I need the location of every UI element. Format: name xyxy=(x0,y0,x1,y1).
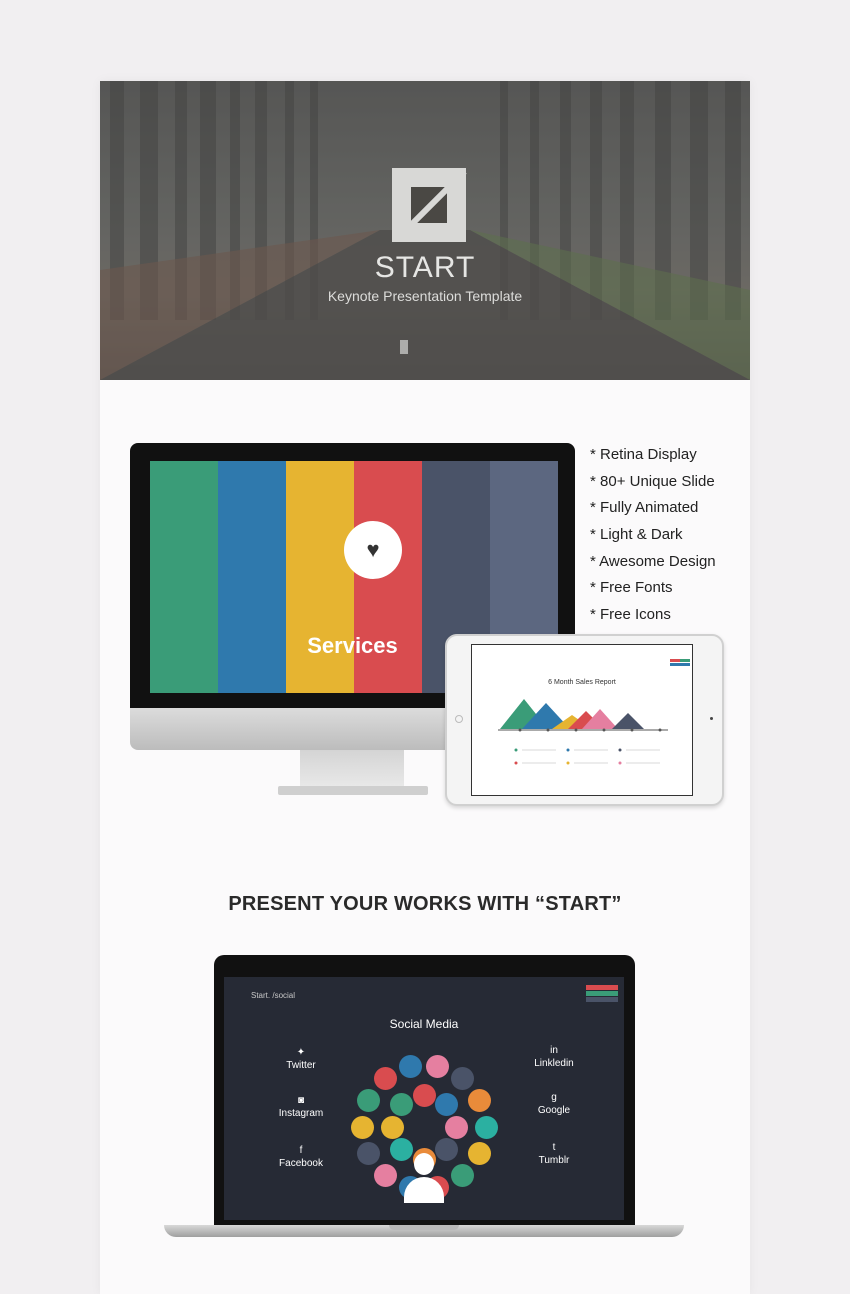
hero-banner: START Keynote Presentation Template xyxy=(100,81,750,380)
slide-tag xyxy=(586,985,618,1003)
social-media-slide: Start. /social Social Media ✦ Twitter ◙ … xyxy=(224,977,624,1220)
start-logo xyxy=(392,168,467,242)
social-icon-bubble xyxy=(444,1115,468,1139)
feature-item: * Free Icons xyxy=(590,606,671,624)
social-twitter: ✦ Twitter xyxy=(251,1047,351,1071)
social-icon-bubble xyxy=(398,1055,422,1079)
social-tumblr: t Tumblr xyxy=(504,1142,604,1166)
google-icon: g xyxy=(551,1092,557,1103)
social-icon-bubble xyxy=(350,1115,374,1139)
social-icon-bubble xyxy=(468,1088,492,1112)
social-media-title: Social Media xyxy=(389,1017,459,1031)
social-icon-bubble xyxy=(474,1115,498,1139)
feature-item: * Light & Dark xyxy=(590,526,683,544)
tumblr-icon: t xyxy=(552,1142,556,1153)
feature-item: * Free Fonts xyxy=(590,579,673,597)
laptop-mockup: Start. /social Social Media ✦ Twitter ◙ … xyxy=(164,955,684,1255)
person-icon xyxy=(404,1153,444,1203)
feature-item: * Fully Animated xyxy=(590,499,699,517)
social-instagram: ◙ Instagram xyxy=(251,1095,351,1119)
feature-item: * Awesome Design xyxy=(590,552,716,570)
hero-title: START xyxy=(374,251,476,284)
section-headline: PRESENT YOUR WORKS WITH “START” xyxy=(228,893,622,915)
social-icon-bubble xyxy=(356,1088,380,1112)
twitter-icon: ✦ xyxy=(296,1047,306,1058)
feature-item: * 80+ Unique Slide xyxy=(590,472,715,490)
facebook-icon: f xyxy=(299,1145,303,1156)
social-icon-bubble xyxy=(373,1163,397,1187)
social-icon-bubble xyxy=(373,1067,397,1091)
social-linkedin: in Linkledin xyxy=(504,1045,604,1069)
social-icon-bubble xyxy=(356,1142,380,1166)
social-google: g Google xyxy=(504,1092,604,1116)
social-icon-bubble xyxy=(412,1083,436,1107)
sales-report-slide: 6 Month Sales Report xyxy=(471,644,693,796)
social-icon-bubble xyxy=(435,1092,459,1116)
slide-brand: Start. /social xyxy=(251,991,296,1000)
social-icon-bubble xyxy=(451,1163,475,1187)
instagram-icon: ◙ xyxy=(297,1095,305,1106)
feature-list: * Retina Display * 80+ Unique Slide * Fu… xyxy=(590,442,716,629)
social-icon-bubble xyxy=(451,1067,475,1091)
social-icon-bubble xyxy=(389,1092,413,1116)
social-icon-bubble xyxy=(426,1055,450,1079)
social-facebook: f Facebook xyxy=(251,1145,351,1169)
social-icon-bubble xyxy=(468,1142,492,1166)
tablet-mockup: 6 Month Sales Report xyxy=(445,634,724,806)
hero-subtitle: Keynote Presentation Template xyxy=(327,288,523,304)
template-preview-card: START Keynote Presentation Template ♥ Se… xyxy=(100,81,750,1294)
linkedin-icon: in xyxy=(550,1045,558,1056)
heart-icon: ♥ xyxy=(344,521,402,579)
feature-item: * Retina Display xyxy=(590,446,697,463)
social-icon-bubble xyxy=(380,1115,404,1139)
